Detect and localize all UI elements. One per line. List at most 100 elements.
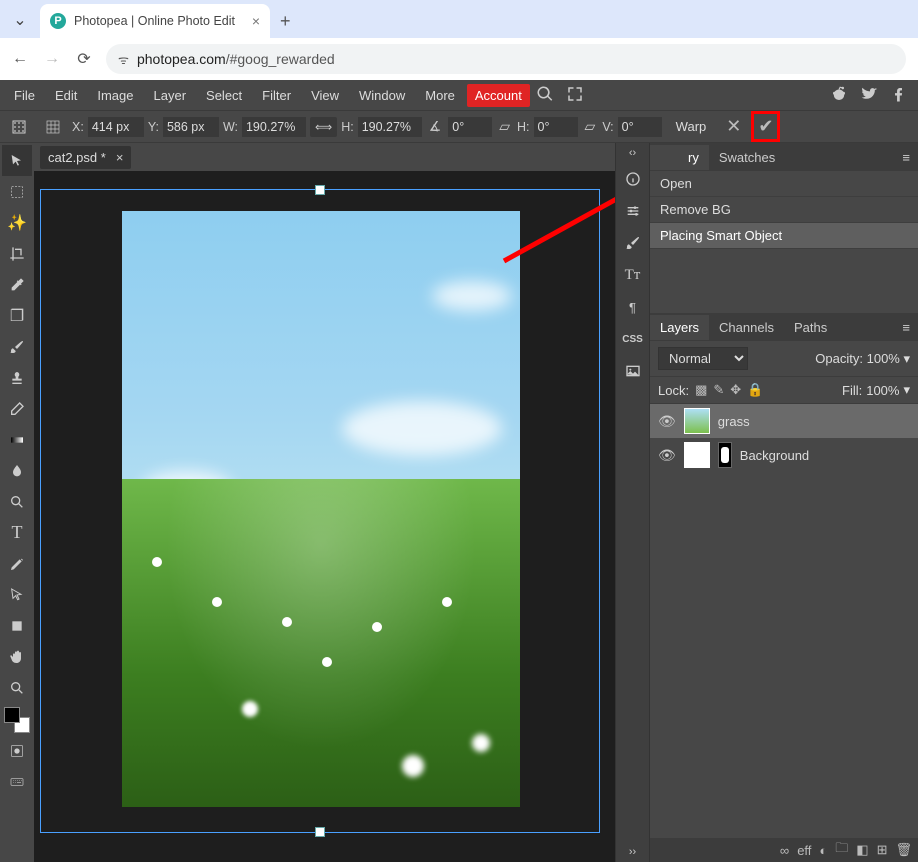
character-panel-icon[interactable]: Tᴛ bbox=[618, 260, 648, 290]
move-tool-icon[interactable] bbox=[2, 145, 32, 176]
link-layers-icon[interactable]: ∞ bbox=[780, 843, 789, 858]
skew-v-input[interactable] bbox=[618, 117, 662, 137]
menu-view[interactable]: View bbox=[301, 84, 349, 107]
warp-button[interactable]: Warp bbox=[676, 119, 707, 134]
opacity-value[interactable]: 100% bbox=[867, 351, 900, 366]
collapse-right-icon[interactable]: ›› bbox=[618, 843, 648, 861]
skew-h-input[interactable] bbox=[534, 117, 578, 137]
delete-layer-icon[interactable]: 🗑 bbox=[895, 842, 912, 858]
collapse-left-icon[interactable]: ‹› bbox=[618, 144, 648, 162]
shape-tool-icon[interactable] bbox=[2, 610, 32, 641]
canvas-zone[interactable] bbox=[34, 171, 615, 862]
menu-more[interactable]: More bbox=[415, 84, 465, 107]
layer-row[interactable]: 👁 grass bbox=[650, 404, 918, 438]
paragraph-panel-icon[interactable]: ¶ bbox=[618, 292, 648, 322]
keyboard-icon[interactable] bbox=[2, 766, 32, 797]
brush-panel-icon[interactable] bbox=[618, 228, 648, 258]
pen-tool-icon[interactable] bbox=[2, 548, 32, 579]
blend-mode-select[interactable]: Normal bbox=[658, 347, 748, 370]
transform-handle-bottom[interactable] bbox=[315, 827, 325, 837]
x-input[interactable] bbox=[88, 117, 144, 137]
history-tab[interactable]: ry bbox=[650, 145, 709, 170]
panel-menu-icon[interactable]: ≡ bbox=[894, 146, 918, 169]
info-panel-icon[interactable] bbox=[618, 164, 648, 194]
image-panel-icon[interactable] bbox=[618, 356, 648, 386]
fill-value[interactable]: 100% bbox=[866, 383, 899, 398]
adjust-panel-icon[interactable] bbox=[618, 196, 648, 226]
fullscreen-icon[interactable] bbox=[566, 85, 584, 106]
document-tab-close-icon[interactable]: × bbox=[116, 150, 124, 165]
forward-icon[interactable]: → bbox=[42, 50, 62, 68]
menu-filter[interactable]: Filter bbox=[252, 84, 301, 107]
layers-panel-menu-icon[interactable]: ≡ bbox=[894, 316, 918, 339]
back-icon[interactable]: ← bbox=[10, 50, 30, 68]
zoom-tool-icon[interactable] bbox=[2, 672, 32, 703]
layer-thumbnail[interactable] bbox=[684, 408, 710, 434]
type-tool-icon[interactable]: T bbox=[2, 517, 32, 548]
new-folder-icon[interactable]: 🗀 bbox=[835, 839, 848, 861]
lock-position-icon[interactable]: ✥ bbox=[730, 382, 741, 398]
css-panel-icon[interactable]: CSS bbox=[618, 324, 648, 354]
channels-tab[interactable]: Channels bbox=[709, 315, 784, 340]
site-info-icon[interactable]: ᯤ bbox=[118, 51, 129, 68]
address-bar[interactable]: ᯤ photopea.com/#goog_rewarded bbox=[106, 44, 906, 74]
visibility-icon[interactable]: 👁 bbox=[658, 447, 676, 464]
history-item[interactable]: Open bbox=[650, 171, 918, 197]
layer-thumbnail[interactable] bbox=[684, 442, 710, 468]
reddit-icon[interactable] bbox=[830, 85, 848, 106]
new-layer-icon[interactable]: ⊞ bbox=[877, 842, 888, 858]
rotate-input[interactable] bbox=[448, 117, 492, 137]
confirm-transform-icon[interactable]: ✔ bbox=[758, 116, 773, 137]
grid-toggle-icon[interactable] bbox=[38, 111, 68, 142]
layer-effects-icon[interactable]: eff bbox=[797, 843, 811, 858]
menu-select[interactable]: Select bbox=[196, 84, 252, 107]
add-mask-icon[interactable]: ◐ bbox=[819, 843, 827, 858]
link-wh-icon[interactable]: ⟺ bbox=[310, 117, 337, 137]
heal-tool-icon[interactable]: ❐ bbox=[2, 300, 32, 331]
layer-name[interactable]: Background bbox=[740, 448, 809, 463]
reference-point-icon[interactable] bbox=[4, 111, 34, 142]
reload-icon[interactable]: ⟳ bbox=[74, 49, 94, 69]
lock-all-icon[interactable]: 🔒 bbox=[747, 382, 763, 398]
transform-handle-top[interactable] bbox=[315, 185, 325, 195]
menu-account[interactable]: Account bbox=[467, 84, 530, 107]
layer-row[interactable]: 👁 Background bbox=[650, 438, 918, 472]
menu-file[interactable]: File bbox=[4, 84, 45, 107]
marquee-tool-icon[interactable] bbox=[2, 176, 32, 207]
blur-tool-icon[interactable] bbox=[2, 455, 32, 486]
tab-close-icon[interactable]: × bbox=[252, 13, 260, 29]
paths-tab[interactable]: Paths bbox=[784, 315, 837, 340]
adjustment-layer-icon[interactable]: ◧ bbox=[856, 842, 868, 858]
document-tab[interactable]: cat2.psd * × bbox=[40, 146, 131, 169]
eraser-tool-icon[interactable] bbox=[2, 393, 32, 424]
twitter-icon[interactable] bbox=[860, 85, 878, 106]
quickmask-icon[interactable] bbox=[2, 735, 32, 766]
hand-tool-icon[interactable] bbox=[2, 641, 32, 672]
lock-pixels-icon[interactable]: ✎ bbox=[713, 382, 724, 398]
h-input[interactable] bbox=[358, 117, 422, 137]
wand-tool-icon[interactable]: ✨ bbox=[2, 207, 32, 238]
eyedropper-tool-icon[interactable] bbox=[2, 269, 32, 300]
history-item[interactable]: Remove BG bbox=[650, 197, 918, 223]
history-item[interactable]: Placing Smart Object bbox=[650, 223, 918, 249]
layers-tab[interactable]: Layers bbox=[650, 315, 709, 340]
crop-tool-icon[interactable] bbox=[2, 238, 32, 269]
menu-edit[interactable]: Edit bbox=[45, 84, 87, 107]
y-input[interactable] bbox=[163, 117, 219, 137]
color-swatches[interactable] bbox=[2, 705, 32, 735]
new-tab-button[interactable]: + bbox=[280, 11, 291, 32]
browser-tab[interactable]: P Photopea | Online Photo Edit × bbox=[40, 4, 270, 38]
facebook-icon[interactable] bbox=[890, 85, 908, 106]
visibility-icon[interactable]: 👁 bbox=[658, 413, 676, 430]
layer-name[interactable]: grass bbox=[718, 414, 750, 429]
path-select-tool-icon[interactable] bbox=[2, 579, 32, 610]
cancel-transform-icon[interactable]: ✕ bbox=[726, 116, 741, 137]
menu-layer[interactable]: Layer bbox=[144, 84, 197, 107]
dodge-tool-icon[interactable] bbox=[2, 486, 32, 517]
foreground-color-swatch[interactable] bbox=[4, 707, 20, 723]
tab-list-caret[interactable]: ⌄ bbox=[6, 6, 34, 34]
menu-window[interactable]: Window bbox=[349, 84, 415, 107]
menu-image[interactable]: Image bbox=[87, 84, 143, 107]
brush-tool-icon[interactable] bbox=[2, 331, 32, 362]
search-icon[interactable] bbox=[536, 85, 554, 106]
